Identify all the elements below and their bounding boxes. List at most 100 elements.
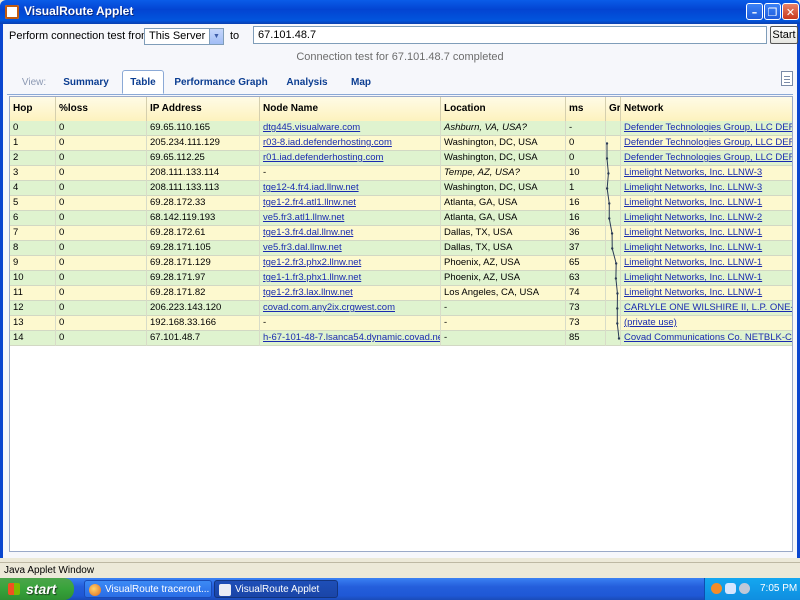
header-node-name[interactable]: Node Name xyxy=(260,97,441,121)
table-row[interactable]: 2 0 69.65.112.25 r01.iad.defenderhosting.co… xyxy=(10,151,792,166)
cell-loss: 0 xyxy=(56,301,147,316)
header-network[interactable]: Network xyxy=(621,97,792,121)
cell-hop: 11 xyxy=(10,286,56,301)
table-row[interactable]: 6 0 68.142.119.193 ve5.fr3.atl1.llnw.net Atl… xyxy=(10,211,792,226)
document-icon[interactable] xyxy=(781,71,793,86)
cell-node-name[interactable]: ve5.fr3.dal.llnw.net xyxy=(260,241,441,256)
cell-node-name[interactable]: r01.iad.defenderhosting.com xyxy=(260,151,441,166)
header-location[interactable]: Location xyxy=(441,97,566,121)
header-hop[interactable]: Hop xyxy=(10,97,56,121)
cell-network[interactable]: Limelight Networks, Inc. LLNW-3 xyxy=(621,166,792,181)
taskbar-item-visualroute-applet[interactable]: VisualRoute Applet xyxy=(214,580,338,598)
cell-ms: 65 xyxy=(566,256,606,271)
tray-app-icon[interactable] xyxy=(711,583,722,594)
table-row[interactable]: 3 0 208.111.133.114- Tempe, AZ, USA? 10 Limel… xyxy=(10,166,792,181)
cell-location: Phoenix, AZ, USA xyxy=(441,271,566,286)
header-ip[interactable]: IP Address xyxy=(147,97,260,121)
cell-location: Los Angeles, CA, USA xyxy=(441,286,566,301)
table-row[interactable]: 4 0 208.111.133.113 tge12-4.fr4.iad.llnw.ne… xyxy=(10,181,792,196)
cell-node-name[interactable]: tge1-3.fr4.dal.llnw.net xyxy=(260,226,441,241)
cell-node-name[interactable]: tge1-2.fr4.atl1.llnw.net xyxy=(260,196,441,211)
network-icon[interactable] xyxy=(725,583,736,594)
table-row[interactable]: 1 0 205.234.111.129 r03-8.iad.defenderhosti… xyxy=(10,136,792,151)
cell-location: Atlanta, GA, USA xyxy=(441,211,566,226)
dropdown-arrow-icon[interactable]: ▼ xyxy=(209,29,223,44)
source-select[interactable]: This Server ▼ xyxy=(144,28,224,45)
tab-analysis[interactable]: Analysis xyxy=(279,73,335,93)
cell-ip: 67.101.48.7 xyxy=(147,331,260,346)
cell-location: Tempe, AZ, USA? xyxy=(441,166,566,181)
cell-ip: 69.28.172.61 xyxy=(147,226,260,241)
table-row[interactable]: 7 0 69.28.172.61 tge1-3.fr4.dal.llnw.net Dal… xyxy=(10,226,792,241)
cell-node-name[interactable]: h-67-101-48-7.lsanca54.dynamic.covad.net xyxy=(260,331,441,346)
table-row[interactable]: 9 0 69.28.171.129 tge1-2.fr3.phx2.llnw.net P… xyxy=(10,256,792,271)
cell-node-name[interactable]: tge1-1.fr3.phx1.llnw.net xyxy=(260,271,441,286)
cell-network[interactable]: Limelight Networks, Inc. LLNW-1 xyxy=(621,196,792,211)
restore-icon[interactable]: ❐ xyxy=(764,3,781,20)
volume-icon[interactable] xyxy=(739,583,750,594)
cell-network[interactable]: Limelight Networks, Inc. LLNW-2 xyxy=(621,211,792,226)
cell-node-name[interactable]: covad.com.any2ix.crgwest.com xyxy=(260,301,441,316)
cell-location: Washington, DC, USA xyxy=(441,181,566,196)
cell-network[interactable]: Limelight Networks, Inc. LLNW-1 xyxy=(621,241,792,256)
minimize-icon[interactable]: – xyxy=(746,3,763,20)
header-ms[interactable]: ms xyxy=(566,97,606,121)
perform-label: Perform connection test from xyxy=(9,30,151,42)
firefox-icon xyxy=(89,584,101,596)
cell-node-name[interactable]: ve5.fr3.atl1.llnw.net xyxy=(260,211,441,226)
source-select-value: This Server xyxy=(149,30,206,42)
close-icon[interactable]: ✕ xyxy=(782,3,799,20)
cell-network[interactable]: CARLYLE ONE WILSHIRE II, L.P. ONE-WI xyxy=(621,301,792,316)
header-loss[interactable]: %loss xyxy=(56,97,147,121)
table-row[interactable]: 14 0 67.101.48.7 h-67-101-48-7.lsanca54.dyn… xyxy=(10,331,792,346)
cell-network[interactable]: Defender Technologies Group, LLC DEF xyxy=(621,121,792,136)
header-graph[interactable]: Graph xyxy=(606,97,621,121)
cell-network[interactable]: Limelight Networks, Inc. LLNW-1 xyxy=(621,271,792,286)
cell-node-name[interactable]: dtg445.visualware.com xyxy=(260,121,441,136)
cell-node-name[interactable]: r03-8.iad.defenderhosting.com xyxy=(260,136,441,151)
applet-window-label: Java Applet Window xyxy=(4,565,95,576)
cell-network[interactable]: Limelight Networks, Inc. LLNW-1 xyxy=(621,226,792,241)
cell-location: Dallas, TX, USA xyxy=(441,241,566,256)
cell-network[interactable]: Defender Technologies Group, LLC DEF xyxy=(621,136,792,151)
cell-node-name[interactable]: tge1-2.fr3.lax.llnw.net xyxy=(260,286,441,301)
cell-hop: 9 xyxy=(10,256,56,271)
table-row[interactable]: 0 0 69.65.110.165 dtg445.visualware.com Ashb… xyxy=(10,121,792,136)
cell-ms: 0 xyxy=(566,136,606,151)
tab-summary[interactable]: Summary xyxy=(57,73,115,93)
latency-point xyxy=(616,292,619,295)
cell-network[interactable]: Covad Communications Co. NETBLK-CO xyxy=(621,331,792,346)
table-row[interactable]: 12 0 206.223.143.120 covad.com.any2ix.crgwe… xyxy=(10,301,792,316)
cell-location: Washington, DC, USA xyxy=(441,151,566,166)
cell-network[interactable]: Limelight Networks, Inc. LLNW-1 xyxy=(621,256,792,271)
tab-performance-graph[interactable]: Performance Graph xyxy=(171,73,271,93)
latency-graph xyxy=(606,142,621,340)
title-bar[interactable]: VisualRoute Applet – ❐ ✕ xyxy=(0,0,800,24)
table-row[interactable]: 8 0 69.28.171.105 ve5.fr3.dal.llnw.net Dalla… xyxy=(10,241,792,256)
cell-loss: 0 xyxy=(56,181,147,196)
cell-network[interactable]: Limelight Networks, Inc. LLNW-1 xyxy=(621,286,792,301)
start-button[interactable]: Start xyxy=(770,26,798,44)
cell-loss: 0 xyxy=(56,211,147,226)
cell-network[interactable]: Limelight Networks, Inc. LLNW-3 xyxy=(621,181,792,196)
table-row[interactable]: 10 0 69.28.171.97 tge1-1.fr3.phx1.llnw.net P… xyxy=(10,271,792,286)
taskbar-item-label: VisualRoute Applet xyxy=(235,584,320,595)
to-label: to xyxy=(230,30,240,42)
cell-node-name[interactable]: tge12-4.fr4.iad.llnw.net xyxy=(260,181,441,196)
cell-loss: 0 xyxy=(56,151,147,166)
cell-network[interactable]: (private use) xyxy=(621,316,792,331)
table-row[interactable]: 5 0 69.28.172.33 tge1-2.fr4.atl1.llnw.net At… xyxy=(10,196,792,211)
cell-node-name[interactable]: tge1-2.fr3.phx2.llnw.net xyxy=(260,256,441,271)
start-button-taskbar[interactable]: start xyxy=(0,578,74,600)
taskbar-item-visualroute-traceroute[interactable]: VisualRoute tracerout... xyxy=(84,580,212,598)
cell-ip: 69.28.172.33 xyxy=(147,196,260,211)
cell-hop: 6 xyxy=(10,211,56,226)
target-input[interactable]: 67.101.48.7 xyxy=(253,26,767,44)
table-row[interactable]: 13 0 192.168.33.166- -73 (private use) xyxy=(10,316,792,331)
table-row[interactable]: 11 0 69.28.171.82 tge1-2.fr3.lax.llnw.net Lo… xyxy=(10,286,792,301)
cell-network[interactable]: Defender Technologies Group, LLC DEF xyxy=(621,151,792,166)
tab-table[interactable]: Table xyxy=(122,70,164,94)
tab-map[interactable]: Map xyxy=(341,73,381,93)
latency-point xyxy=(606,157,609,160)
clock: 7:05 PM xyxy=(760,583,798,594)
